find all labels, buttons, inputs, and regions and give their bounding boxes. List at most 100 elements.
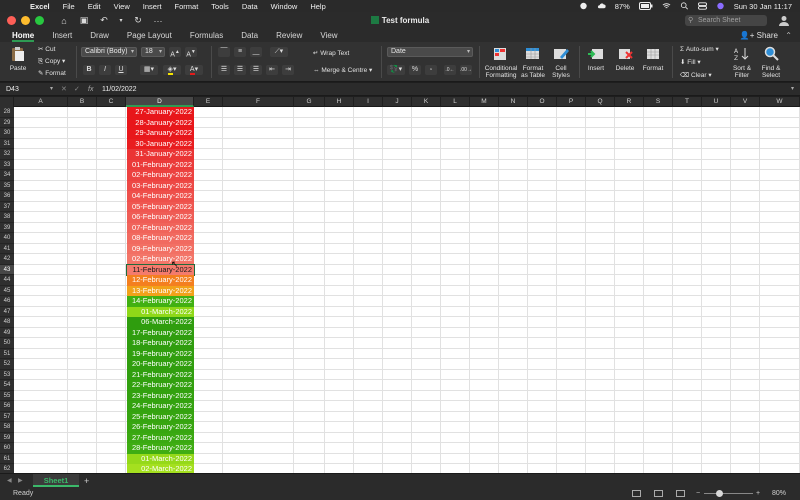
search-sheet-input[interactable]: ⚲ Search Sheet [685, 15, 767, 26]
date-cell-d37[interactable]: 05-February-2022 [127, 201, 194, 212]
close-window-button[interactable] [7, 16, 16, 25]
column-header-m[interactable]: M [470, 97, 499, 107]
date-cell-d59[interactable]: 27-February-2022 [127, 432, 194, 443]
profile-icon[interactable] [778, 15, 790, 26]
row-header[interactable]: 29 [0, 117, 14, 128]
row-header[interactable]: 61 [0, 453, 14, 464]
fill-button[interactable]: ⬇ Fill ▾ [680, 58, 701, 66]
row-header[interactable]: 49 [0, 327, 14, 338]
increase-decimal-icon[interactable]: .0← [444, 65, 456, 75]
increase-font-icon[interactable]: A▲ [169, 47, 181, 58]
column-header-f[interactable]: F [223, 97, 294, 107]
column-header-w[interactable]: W [760, 97, 800, 107]
next-sheet-icon[interactable]: ▶ [18, 474, 23, 488]
row-header[interactable]: 41 [0, 243, 14, 254]
sort-filter-button[interactable]: AZ Sort & Filter [729, 46, 755, 79]
tab-formulas[interactable]: Formulas [181, 29, 232, 42]
save-icon[interactable]: ▣ [78, 15, 90, 26]
column-header-u[interactable]: U [702, 97, 731, 107]
menu-help[interactable]: Help [310, 2, 325, 11]
spotlight-icon[interactable] [680, 2, 689, 10]
spreadsheet-grid[interactable]: ABCDEFGHIJKLMNOPQRSTUVW 28 29 30 31 32 33 34 35… [0, 97, 800, 473]
comma-style-icon[interactable]: ⁹ [425, 65, 437, 75]
row-header[interactable]: 60 [0, 443, 14, 454]
zoom-window-button[interactable] [35, 16, 44, 25]
zoom-slider-handle[interactable] [716, 490, 723, 497]
row-header[interactable]: 51 [0, 348, 14, 359]
home-icon[interactable]: ⌂ [58, 16, 70, 26]
zoom-in-button[interactable]: + [756, 487, 760, 500]
column-header-i[interactable]: I [354, 97, 383, 107]
date-cell-d36[interactable]: 04-February-2022 [127, 191, 194, 202]
column-header-h[interactable]: H [325, 97, 354, 107]
undo-dropdown-icon[interactable]: ▾ [118, 17, 124, 24]
row-header[interactable]: 53 [0, 369, 14, 380]
column-header-t[interactable]: T [673, 97, 702, 107]
menu-data[interactable]: Data [242, 2, 258, 11]
clear-button[interactable]: ⌫ Clear ▾ [680, 71, 712, 79]
cancel-entry-icon[interactable]: ✕ [61, 84, 67, 95]
row-header[interactable]: 37 [0, 201, 14, 212]
row-header[interactable]: 43 [0, 264, 14, 275]
decrease-indent-icon[interactable]: ⇤ [266, 65, 278, 75]
column-header-l[interactable]: L [441, 97, 470, 107]
format-painter-button[interactable]: ✎ Format [38, 69, 66, 77]
share-button[interactable]: 👤+ Share [740, 29, 778, 42]
row-header[interactable]: 39 [0, 222, 14, 233]
menu-tools[interactable]: Tools [211, 2, 229, 11]
row-header[interactable]: 38 [0, 212, 14, 223]
row-header[interactable]: 35 [0, 180, 14, 191]
menu-edit[interactable]: Edit [88, 2, 101, 11]
row-header[interactable]: 48 [0, 317, 14, 328]
row-header[interactable]: 50 [0, 338, 14, 349]
date-cell-d52[interactable]: 20-February-2022 [127, 359, 194, 370]
tab-review[interactable]: Review [267, 29, 311, 42]
cut-button[interactable]: ✂ Cut [38, 45, 55, 53]
accounting-format-icon[interactable]: 💱▾ [387, 65, 405, 75]
date-cell-d34[interactable]: 02-February-2022 [127, 170, 194, 181]
date-cell-d60[interactable]: 28-February-2022 [127, 443, 194, 454]
row-header[interactable]: 47 [0, 306, 14, 317]
insert-function-button[interactable]: fx [88, 84, 93, 95]
format-as-table-button[interactable]: Format as Table [519, 46, 547, 79]
align-center-icon[interactable]: ☰ [234, 65, 246, 75]
column-header-r[interactable]: R [615, 97, 644, 107]
row-header[interactable]: 36 [0, 191, 14, 202]
date-cell-d39[interactable]: 07-February-2022 [127, 222, 194, 233]
row-header[interactable]: 56 [0, 401, 14, 412]
date-cell-d29[interactable]: 28-January-2022 [127, 117, 194, 128]
column-header-e[interactable]: E [194, 97, 223, 107]
date-cell-d41[interactable]: 09-February-2022 [127, 243, 194, 254]
date-cell-d43[interactable]: 11-February-2022 [127, 264, 194, 275]
menu-bar-clock[interactable]: Sun 30 Jan 11:17 [734, 2, 792, 11]
menu-insert[interactable]: Insert [143, 2, 162, 11]
conditional-formatting-button[interactable]: Conditional Formatting [483, 46, 519, 79]
ribbon-collapse-icon[interactable]: ⌃ [785, 29, 792, 42]
date-cell-d40[interactable]: 08-February-2022 [127, 233, 194, 244]
tab-home[interactable]: Home [3, 29, 43, 42]
name-box-dropdown-icon[interactable]: ▾ [50, 84, 58, 95]
tab-page-layout[interactable]: Page Layout [118, 29, 181, 42]
date-cell-d62[interactable]: 02-March-2022 [127, 464, 194, 473]
row-header[interactable]: 45 [0, 285, 14, 296]
date-cell-d54[interactable]: 22-February-2022 [127, 380, 194, 391]
more-icon[interactable]: ··· [152, 16, 164, 26]
tab-insert[interactable]: Insert [43, 29, 81, 42]
page-break-view-icon[interactable] [676, 490, 685, 497]
date-cell-d48[interactable]: 06-March-2022 [127, 317, 194, 328]
merge-centre-button[interactable]: ⇔ Merge & Centre ▾ [313, 66, 372, 74]
insert-cells-button[interactable]: Insert [584, 46, 608, 72]
underline-icon[interactable]: U [115, 65, 127, 75]
row-header[interactable]: 54 [0, 380, 14, 391]
tab-data[interactable]: Data [232, 29, 267, 42]
row-header[interactable]: 42 [0, 254, 14, 265]
wrap-text-button[interactable]: ↵ Wrap Text [313, 49, 349, 57]
borders-icon[interactable]: ▦▾ [140, 65, 158, 75]
menu-app-excel[interactable]: Excel [30, 2, 50, 11]
tab-draw[interactable]: Draw [81, 29, 118, 42]
column-header-c[interactable]: C [97, 97, 126, 107]
row-header[interactable]: 46 [0, 296, 14, 307]
date-cell-d35[interactable]: 03-February-2022 [127, 180, 194, 191]
decrease-decimal-icon[interactable]: .00→ [460, 65, 472, 75]
column-header-k[interactable]: K [412, 97, 441, 107]
